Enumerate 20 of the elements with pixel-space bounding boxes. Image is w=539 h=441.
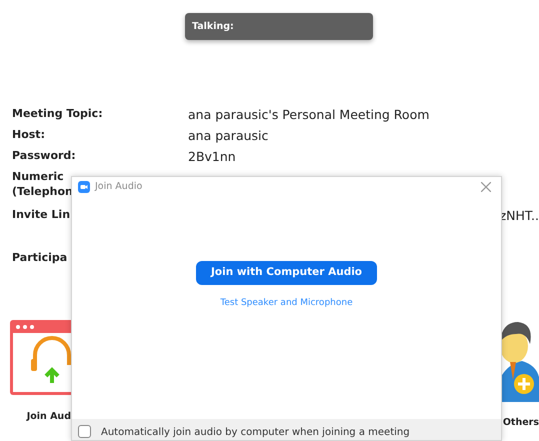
field-label: Password: <box>12 148 76 164</box>
talking-indicator: Talking: <box>185 13 373 40</box>
action-label: Others <box>502 416 539 430</box>
field-label: Numeric (Telephon <box>12 169 73 199</box>
action-label: Join Aud <box>26 410 71 424</box>
field-value: ana parausic's Personal Meeting Room <box>188 106 430 124</box>
test-audio-link[interactable]: Test Speaker and Microphone <box>220 297 353 310</box>
field-label: Meeting Topic: <box>12 106 103 122</box>
dialog-title: Join Audio <box>95 180 142 194</box>
field-label: Participa <box>12 250 68 266</box>
join-audio-button[interactable]: Join with Computer Audio <box>196 261 377 285</box>
checkbox-label: Automatically join audio by computer when joining a meeting <box>101 426 410 440</box>
field-label: Invite Lin <box>12 207 70 223</box>
field-label: Host: <box>12 127 45 143</box>
field-value: 2Bv1nn <box>188 148 237 166</box>
field-value: ana parausic <box>188 127 270 145</box>
checkbox[interactable] <box>78 425 91 438</box>
headphone-window-icon[interactable] <box>10 320 71 396</box>
camera-app-icon <box>78 181 90 193</box>
person-add-icon[interactable] <box>502 320 539 402</box>
